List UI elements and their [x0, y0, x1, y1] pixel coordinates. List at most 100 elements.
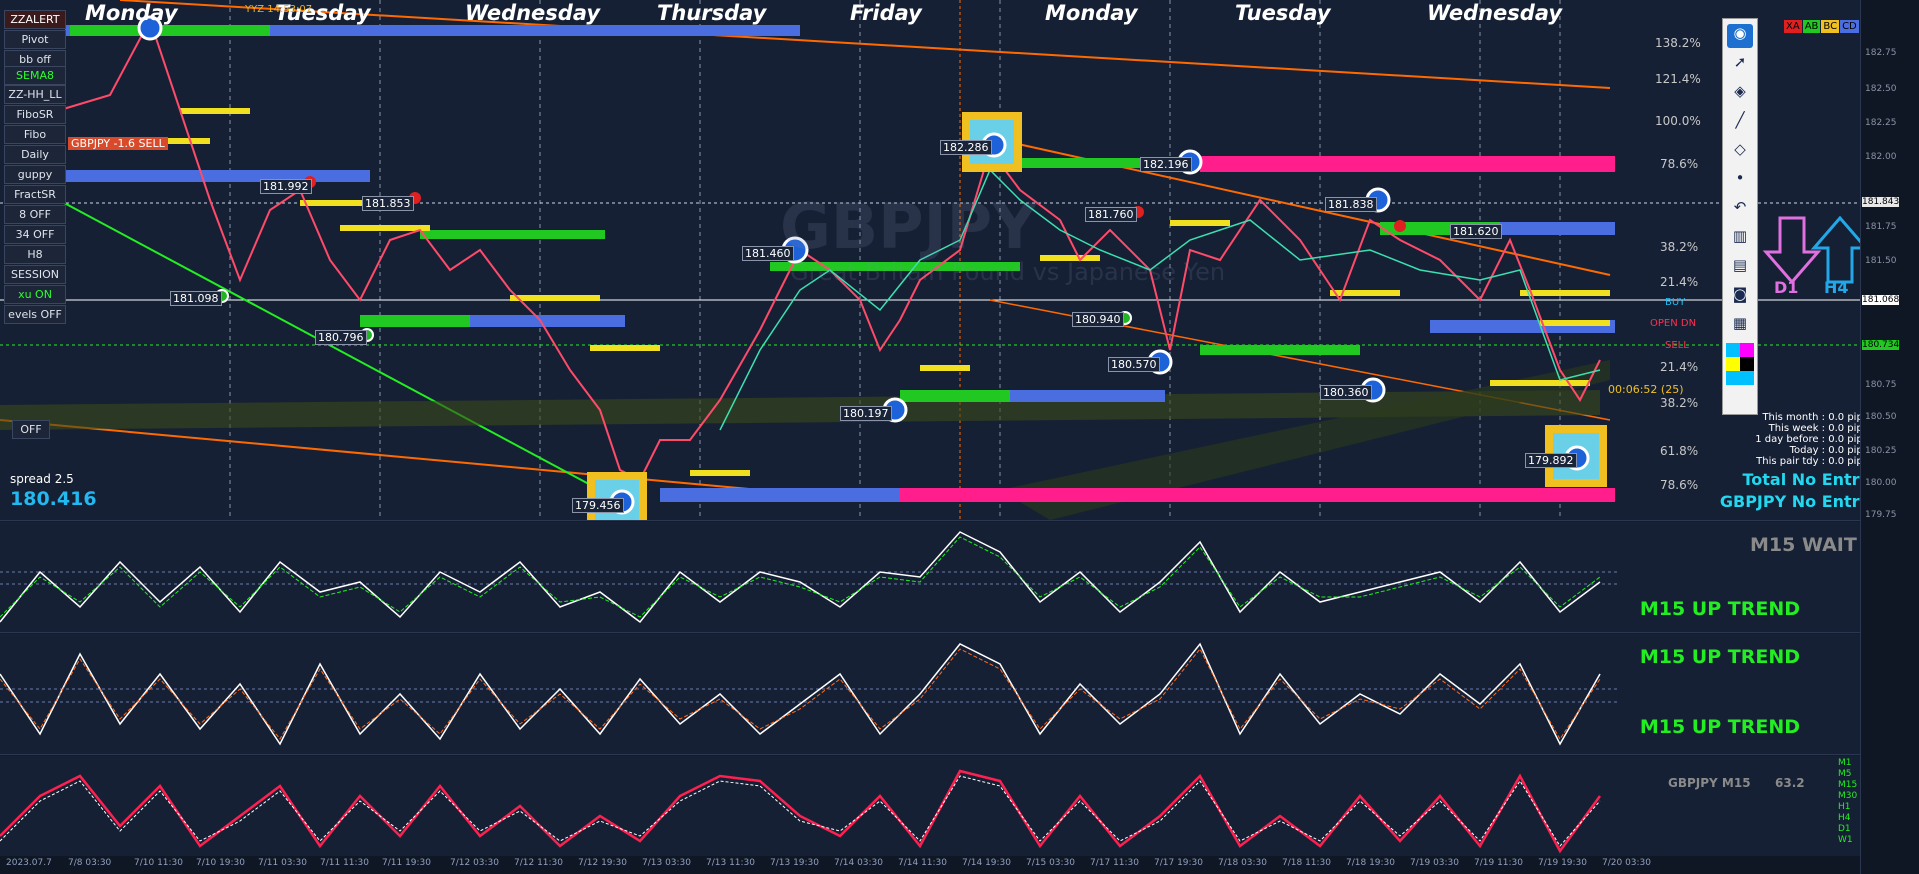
34-off-button[interactable]: 34 OFF	[4, 225, 66, 244]
fibo-level: 61.8%	[1660, 444, 1699, 458]
current-price: 180.416	[10, 488, 97, 510]
tf-h1: H1	[1838, 802, 1851, 812]
tag-xa[interactable]: XA	[1784, 20, 1802, 33]
off-button[interactable]: OFF	[12, 420, 50, 439]
fractsr-button[interactable]: FractSR	[4, 185, 66, 204]
cursor-icon[interactable]: ➚	[1727, 53, 1753, 77]
time-tick: 7/17 11:30	[1090, 858, 1140, 868]
osc2-trend-bottom: M15 UP TREND	[1639, 716, 1800, 738]
price-label: 181.853	[362, 196, 414, 211]
price-label: 180.570	[1108, 357, 1160, 372]
fibo-level: 138.2%	[1655, 36, 1701, 50]
fibo-level: 38.2%	[1660, 396, 1699, 410]
color-palette[interactable]	[1726, 343, 1754, 385]
undo-icon[interactable]: ↶	[1727, 198, 1753, 222]
price-label: 181.760	[1085, 207, 1137, 222]
price-marker-upper: 181.843	[1862, 197, 1900, 207]
dot-icon[interactable]: •	[1727, 169, 1753, 193]
sell-tag: GBPJPY -1.6 SELL	[68, 137, 168, 150]
time-tick: 7/8 03:30	[68, 858, 112, 868]
zz-hh-ll-button[interactable]: ZZ-HH_LL	[4, 85, 66, 104]
signal-open: OPEN DN	[1650, 318, 1697, 329]
trash-all-icon[interactable]: ▤	[1727, 256, 1753, 280]
time-tick: 7/14 19:30	[962, 858, 1012, 868]
pip-stats: This month : 0.0 pips This week : 0.0 pi…	[1720, 412, 1868, 467]
fibosr-button[interactable]: FiboSR	[4, 105, 66, 124]
fibo-level: 38.2%	[1660, 240, 1699, 254]
price-label: 182.196	[1140, 157, 1192, 172]
sema8-button[interactable]: SEMA8	[4, 66, 66, 85]
time-tick: 7/14 03:30	[834, 858, 884, 868]
eraser-alt-icon[interactable]: ◇	[1727, 140, 1753, 164]
price-label: 180.360	[1320, 385, 1372, 400]
time-tick: 2023.07.7	[6, 858, 52, 868]
symbol-watermark-sub: Great Britain Pound vs Japanese Yen	[790, 258, 1226, 286]
main-chart[interactable]: Monday Tuesday Wednesday Thursday Friday…	[0, 0, 1870, 521]
time-tick: 7/13 03:30	[642, 858, 692, 868]
eye-icon[interactable]: ◉	[1727, 24, 1753, 48]
price-tick: 179.75	[1865, 510, 1897, 520]
time-tick: 7/17 19:30	[1154, 858, 1204, 868]
time-tick: 7/18 19:30	[1346, 858, 1396, 868]
tag-bc[interactable]: BC	[1821, 20, 1840, 33]
osc3-label: GBPJPY M15	[1668, 776, 1751, 790]
daily-open-button[interactable]: Daily Open	[4, 145, 66, 178]
time-tick: 7/11 19:30	[382, 858, 432, 868]
fibo-level: 121.4%	[1655, 72, 1701, 86]
pattern-tags: XA AB BC CD	[1784, 20, 1859, 33]
fibo-level: 100.0%	[1655, 114, 1701, 128]
oscillator-panel-1[interactable]: M15 WAIT M15 UP TREND	[0, 522, 1860, 633]
price-tick: 182.25	[1865, 118, 1897, 128]
guppy-button[interactable]: guppy	[4, 165, 66, 184]
price-axis: 182.75 182.50 182.25 182.00 181.843 181.…	[1860, 0, 1919, 874]
time-tick: 7/11 11:30	[320, 858, 370, 868]
spread-label: spread 2.5	[10, 472, 74, 486]
time-tick: 7/11 03:30	[258, 858, 308, 868]
eraser-icon[interactable]: ◈	[1727, 82, 1753, 106]
levels-off-button[interactable]: evels OFF	[4, 305, 66, 324]
pip-pair-today: This pair tdy : 0.0 pips	[1756, 456, 1868, 467]
osc1-trend: M15 UP TREND	[1639, 598, 1800, 620]
oscillator-panel-2[interactable]: M15 UP TREND M15 UP TREND	[0, 634, 1860, 755]
price-label: 179.456	[572, 498, 624, 513]
day-label: Wednesday	[1427, 1, 1563, 25]
price-label: 181.838	[1325, 197, 1377, 212]
price-tick: 181.50	[1865, 256, 1897, 266]
price-label: 181.098	[170, 291, 222, 306]
time-tick: 7/19 03:30	[1410, 858, 1460, 868]
zzalert-button[interactable]: ZZALERT	[4, 10, 66, 29]
time-tick: 7/12 03:30	[450, 858, 500, 868]
day-label: Monday	[85, 1, 178, 25]
price-marker-mid: 181.068	[1862, 295, 1900, 305]
tag-ab[interactable]: AB	[1802, 20, 1821, 33]
time-tick: 7/10 19:30	[196, 858, 246, 868]
pen-icon[interactable]: ╱	[1727, 111, 1753, 135]
h4-label: H4	[1824, 278, 1849, 297]
session-button[interactable]: SESSION	[4, 265, 66, 284]
price-marker-live: 180.734	[1862, 340, 1900, 350]
time-tick: 7/12 11:30	[514, 858, 564, 868]
camera-icon[interactable]: ◙	[1727, 285, 1753, 309]
time-tick: 7/14 11:30	[898, 858, 948, 868]
drawing-toolbar: ◉ ➚ ◈ ╱ ◇ • ↶ ▥ ▤ ◙ ▦	[1722, 18, 1758, 415]
time-tick: 7/15 03:30	[1026, 858, 1076, 868]
day-label: Wednesday	[465, 1, 601, 25]
fibo-button[interactable]: Fibo	[4, 125, 66, 144]
price-label: 180.940	[1072, 312, 1124, 327]
clipboard-icon[interactable]: ▦	[1727, 314, 1753, 338]
8-off-button[interactable]: 8 OFF	[4, 205, 66, 224]
h8-button[interactable]: H8	[4, 245, 66, 264]
tf-m15: M15	[1838, 780, 1858, 790]
tag-cd[interactable]: CD	[1840, 20, 1859, 33]
signal-buy: BUY	[1665, 297, 1686, 308]
price-tick: 180.00	[1865, 478, 1897, 488]
time-tick: 7/13 19:30	[770, 858, 820, 868]
xu-on-button[interactable]: xu ON	[4, 285, 66, 304]
candle-countdown: 00:06:52 (25)	[1608, 383, 1684, 396]
oscillator-panel-3[interactable]: GBPJPY M15 63.2 M1 M5 M15 M30 H1 H4 D1 W…	[0, 756, 1860, 857]
price-label: 181.460	[742, 246, 794, 261]
trash-icon[interactable]: ▥	[1727, 227, 1753, 251]
price-label: 180.796	[315, 330, 367, 345]
time-tick: 7/10 11:30	[134, 858, 184, 868]
pivot-button[interactable]: Pivot	[4, 30, 66, 49]
